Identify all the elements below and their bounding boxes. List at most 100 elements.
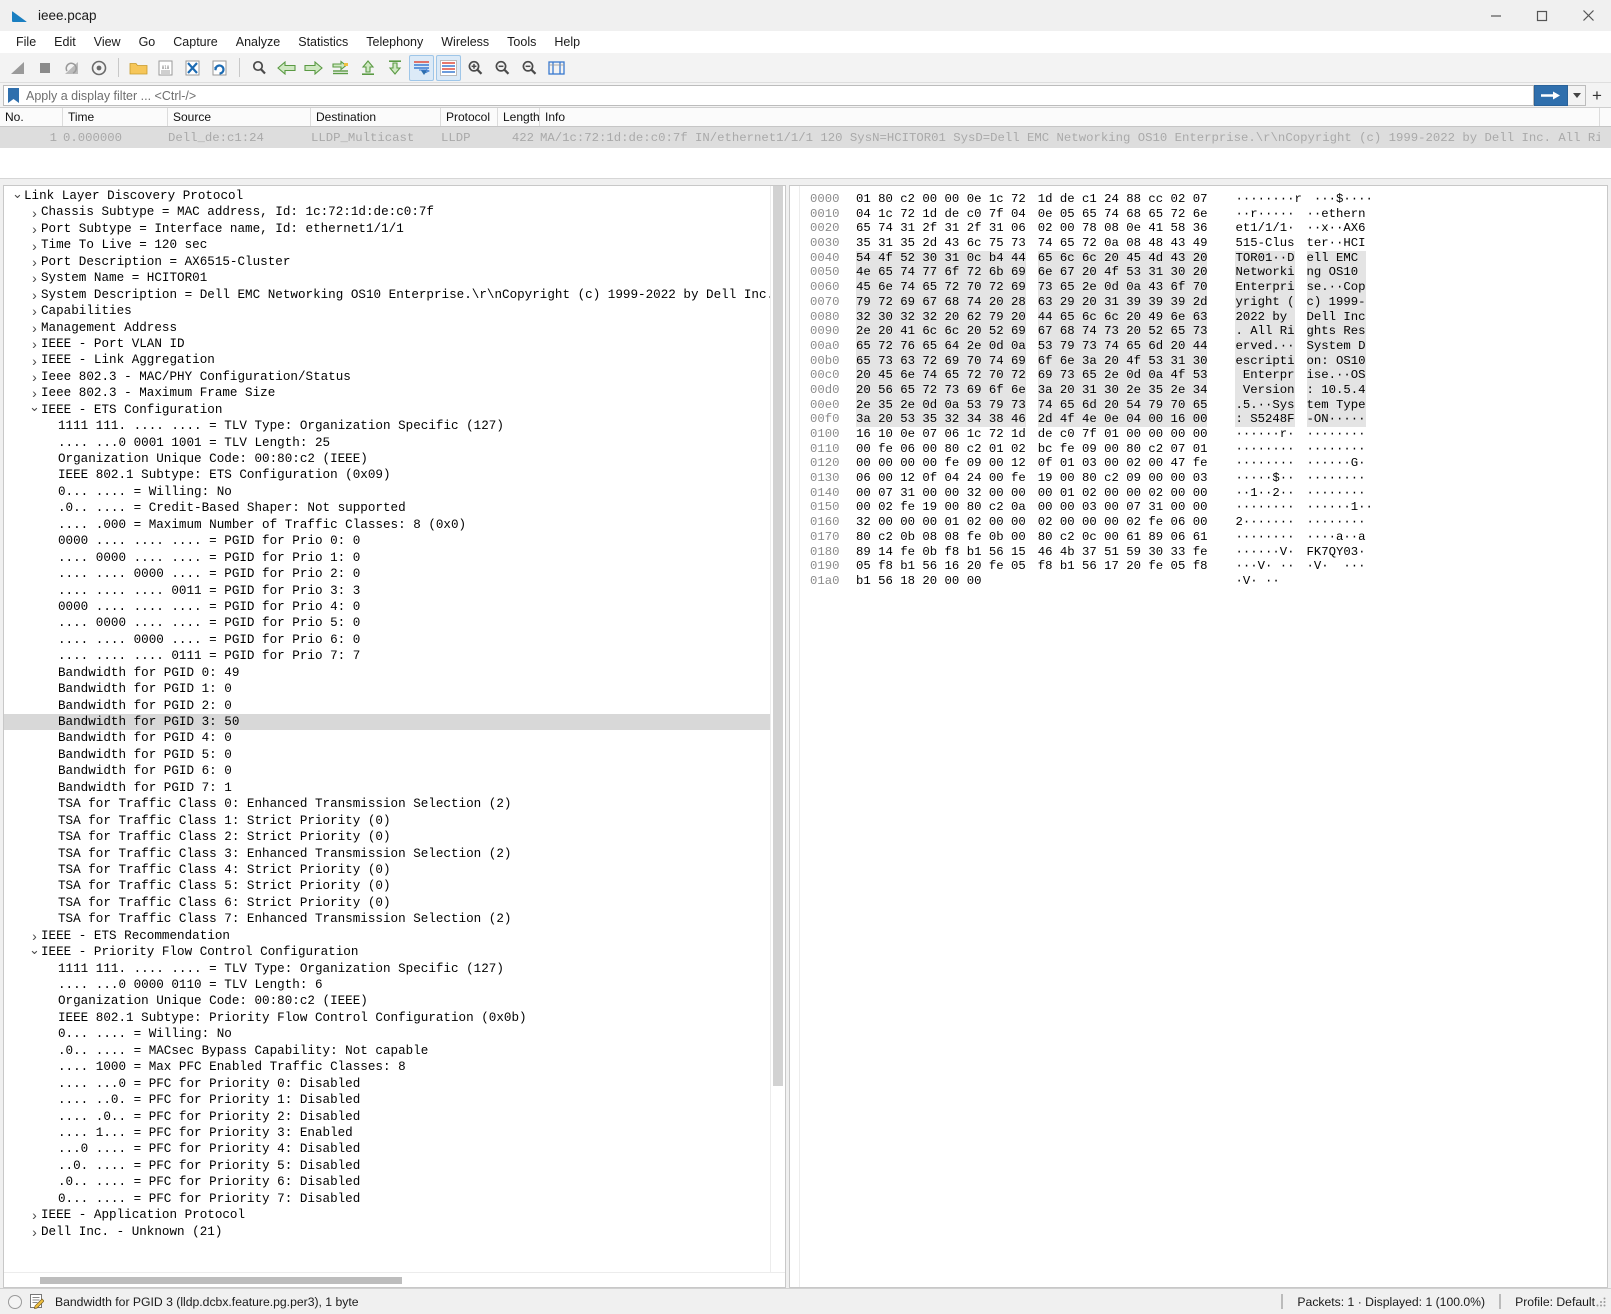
tree-node[interactable]: ...0 .... = PFC for Priority 4: Disabled xyxy=(4,1141,785,1157)
chevron-down-icon[interactable]: ⌄ xyxy=(28,400,41,413)
tree-node[interactable]: .... ...0 0000 0110 = TLV Length: 6 xyxy=(4,977,785,993)
menu-statistics[interactable]: Statistics xyxy=(289,33,357,51)
stop-capture-icon[interactable] xyxy=(32,55,57,81)
menu-telephony[interactable]: Telephony xyxy=(357,33,432,51)
tree-node[interactable]: › Capabilities xyxy=(4,303,785,319)
hex-dump-line[interactable]: 0150 00 02 fe 19 00 80 c2 0a 00 00 03 00 0… xyxy=(810,500,1607,515)
hex-dump-line[interactable]: 0020 65 74 31 2f 31 2f 31 06 02 00 78 08 0… xyxy=(810,221,1607,236)
column-header-destination[interactable]: Destination xyxy=(311,108,441,126)
tree-node[interactable]: › IEEE - ETS Recommendation xyxy=(4,928,785,944)
tree-node[interactable]: 1111 111. .... .... = TLV Type: Organiza… xyxy=(4,961,785,977)
go-first-packet-icon[interactable] xyxy=(355,55,380,81)
tree-node[interactable]: Bandwidth for PGID 5: 0 xyxy=(4,747,785,763)
tree-node[interactable]: .... .000 = Maximum Number of Traffic Cl… xyxy=(4,517,785,533)
zoom-out-icon[interactable] xyxy=(490,55,515,81)
tree-node[interactable]: .... ...0 0001 1001 = TLV Length: 25 xyxy=(4,435,785,451)
tree-node[interactable]: 0... .... = Willing: No xyxy=(4,484,785,500)
chevron-right-icon[interactable]: › xyxy=(28,370,41,384)
tree-node[interactable]: › IEEE - Application Protocol xyxy=(4,1207,785,1223)
tree-node[interactable]: › Dell Inc. - Unknown (21) xyxy=(4,1224,785,1240)
menu-edit[interactable]: Edit xyxy=(45,33,85,51)
tree-node[interactable]: ..0. .... = PFC for Priority 5: Disabled xyxy=(4,1158,785,1174)
tree-node[interactable]: › Management Address xyxy=(4,320,785,336)
tree-node[interactable]: › System Name = HCITOR01 xyxy=(4,270,785,286)
add-filter-button-icon[interactable]: + xyxy=(1586,85,1608,106)
chevron-right-icon[interactable]: › xyxy=(28,1208,41,1222)
resize-columns-icon[interactable] xyxy=(544,55,569,81)
maximize-icon[interactable] xyxy=(1519,0,1565,31)
capture-options-icon[interactable] xyxy=(86,55,111,81)
tree-node[interactable]: › Chassis Subtype = MAC address, Id: 1c:7… xyxy=(4,204,785,220)
tree-node[interactable]: › Ieee 802.3 - Maximum Frame Size xyxy=(4,385,785,401)
zoom-in-icon[interactable] xyxy=(463,55,488,81)
tree-node[interactable]: Bandwidth for PGID 7: 1 xyxy=(4,780,785,796)
zoom-reset-icon[interactable] xyxy=(517,55,542,81)
menu-tools[interactable]: Tools xyxy=(498,33,545,51)
column-header-protocol[interactable]: Protocol xyxy=(441,108,498,126)
chevron-down-icon[interactable]: ⌄ xyxy=(28,943,41,956)
display-filter-input[interactable]: Apply a display filter ... <Ctrl-/> xyxy=(3,85,1534,106)
hex-dump-line[interactable]: 0040 54 4f 52 30 31 0c b4 44 65 6c 6c 20 4… xyxy=(810,250,1607,266)
bookmark-icon[interactable] xyxy=(7,88,20,103)
filter-history-dropdown[interactable] xyxy=(1568,85,1586,106)
hex-dump-line[interactable]: 0070 79 72 69 67 68 74 20 28 63 29 20 31 3… xyxy=(810,294,1607,310)
go-back-icon[interactable] xyxy=(274,55,299,81)
tree-node[interactable]: IEEE 802.1 Subtype: ETS Configuration (0… xyxy=(4,467,785,483)
tree-node[interactable]: TSA for Traffic Class 6: Strict Priority… xyxy=(4,895,785,911)
colorize-packets-icon[interactable] xyxy=(436,54,461,81)
menu-analyze[interactable]: Analyze xyxy=(227,33,289,51)
tree-node[interactable]: .... 1000 = Max PFC Enabled Traffic Clas… xyxy=(4,1059,785,1075)
tree-node[interactable]: TSA for Traffic Class 3: Enhanced Transm… xyxy=(4,846,785,862)
start-capture-icon[interactable] xyxy=(5,55,30,81)
tree-node[interactable]: IEEE 802.1 Subtype: Priority Flow Contro… xyxy=(4,1010,785,1026)
chevron-right-icon[interactable]: › xyxy=(28,354,41,368)
menu-go[interactable]: Go xyxy=(130,33,165,51)
tree-node[interactable]: TSA for Traffic Class 4: Strict Priority… xyxy=(4,862,785,878)
chevron-right-icon[interactable]: › xyxy=(28,271,41,285)
column-header-length[interactable]: Length xyxy=(498,108,540,126)
hex-dump[interactable]: 0000 01 80 c2 00 00 0e 1c 72 1d de c1 24 8… xyxy=(800,186,1607,1287)
tree-node[interactable]: TSA for Traffic Class 1: Strict Priority… xyxy=(4,813,785,829)
tree-node[interactable]: Bandwidth for PGID 4: 0 xyxy=(4,730,785,746)
chevron-right-icon[interactable]: › xyxy=(28,337,41,351)
packet-list-row[interactable]: 1 0.000000 Dell_de:c1:24 LLDP_Multicast LLDP… xyxy=(0,127,1611,148)
go-last-packet-icon[interactable] xyxy=(382,55,407,81)
chevron-right-icon[interactable]: › xyxy=(28,386,41,400)
tree-node[interactable]: › System Description = Dell EMC Networkin… xyxy=(4,287,785,303)
menu-capture[interactable]: Capture xyxy=(164,33,226,51)
packet-details-tree[interactable]: ⌄ Link Layer Discovery Protocol › Chassis S… xyxy=(4,186,785,1272)
chevron-right-icon[interactable]: › xyxy=(28,206,41,220)
hex-dump-line[interactable]: 00e0 2e 35 2e 0d 0a 53 79 73 74 65 6d 20 5… xyxy=(810,397,1607,413)
tree-node[interactable]: › Port Subtype = Interface name, Id: ethe… xyxy=(4,221,785,237)
tree-node[interactable]: ⌄ IEEE - ETS Configuration xyxy=(4,400,785,418)
tree-node[interactable]: › Port Description = AX6515-Cluster xyxy=(4,254,785,270)
hex-dump-line[interactable]: 0180 89 14 fe 0b f8 b1 56 15 46 4b 37 51 5… xyxy=(810,545,1607,560)
tree-node[interactable]: .... .... 0000 .... = PGID for Prio 6: 0 xyxy=(4,632,785,648)
save-file-icon[interactable]: 010 xyxy=(153,55,178,81)
tree-node[interactable]: Bandwidth for PGID 6: 0 xyxy=(4,763,785,779)
hex-dump-line[interactable]: 0140 00 07 31 00 00 32 00 00 00 01 02 00 0… xyxy=(810,486,1607,501)
hex-dump-line[interactable]: 0080 32 30 32 32 20 62 79 20 44 65 6c 6c 2… xyxy=(810,309,1607,325)
column-header-time[interactable]: Time xyxy=(63,108,168,126)
hex-dump-line[interactable]: 0050 4e 65 74 77 6f 72 6b 69 6e 67 20 4f 5… xyxy=(810,265,1607,281)
tree-node[interactable]: Bandwidth for PGID 2: 0 xyxy=(4,698,785,714)
tree-node[interactable]: Bandwidth for PGID 3: 50 xyxy=(4,714,785,731)
tree-node[interactable]: 0000 .... .... .... = PGID for Prio 0: 0 xyxy=(4,533,785,549)
capture-file-properties-icon[interactable] xyxy=(30,1294,45,1309)
tree-node[interactable]: .... ..0. = PFC for Priority 1: Disabled xyxy=(4,1092,785,1108)
tree-node[interactable]: Bandwidth for PGID 0: 49 xyxy=(4,665,785,681)
menu-help[interactable]: Help xyxy=(545,33,589,51)
tree-node[interactable]: TSA for Traffic Class 2: Strict Priority… xyxy=(4,829,785,845)
tree-node[interactable]: 0... .... = PFC for Priority 7: Disabled xyxy=(4,1191,785,1207)
tree-node[interactable]: ⌄ Link Layer Discovery Protocol xyxy=(4,187,785,204)
reload-file-icon[interactable] xyxy=(207,55,232,81)
expert-info-icon[interactable] xyxy=(8,1294,22,1309)
hex-dump-line[interactable]: 0030 35 31 35 2d 43 6c 75 73 74 65 72 0a 0… xyxy=(810,236,1607,251)
tree-node[interactable]: ⌄ IEEE - Priority Flow Control Configurat… xyxy=(4,943,785,960)
chevron-right-icon[interactable]: › xyxy=(28,929,41,943)
tree-node[interactable]: TSA for Traffic Class 0: Enhanced Transm… xyxy=(4,796,785,812)
hex-dump-line[interactable]: 01a0 b1 56 18 20 00 00 ·V· ·· xyxy=(810,574,1607,589)
close-icon[interactable] xyxy=(1565,0,1611,31)
tree-node[interactable]: .... 1... = PFC for Priority 3: Enabled xyxy=(4,1125,785,1141)
chevron-right-icon[interactable]: › xyxy=(28,239,41,253)
